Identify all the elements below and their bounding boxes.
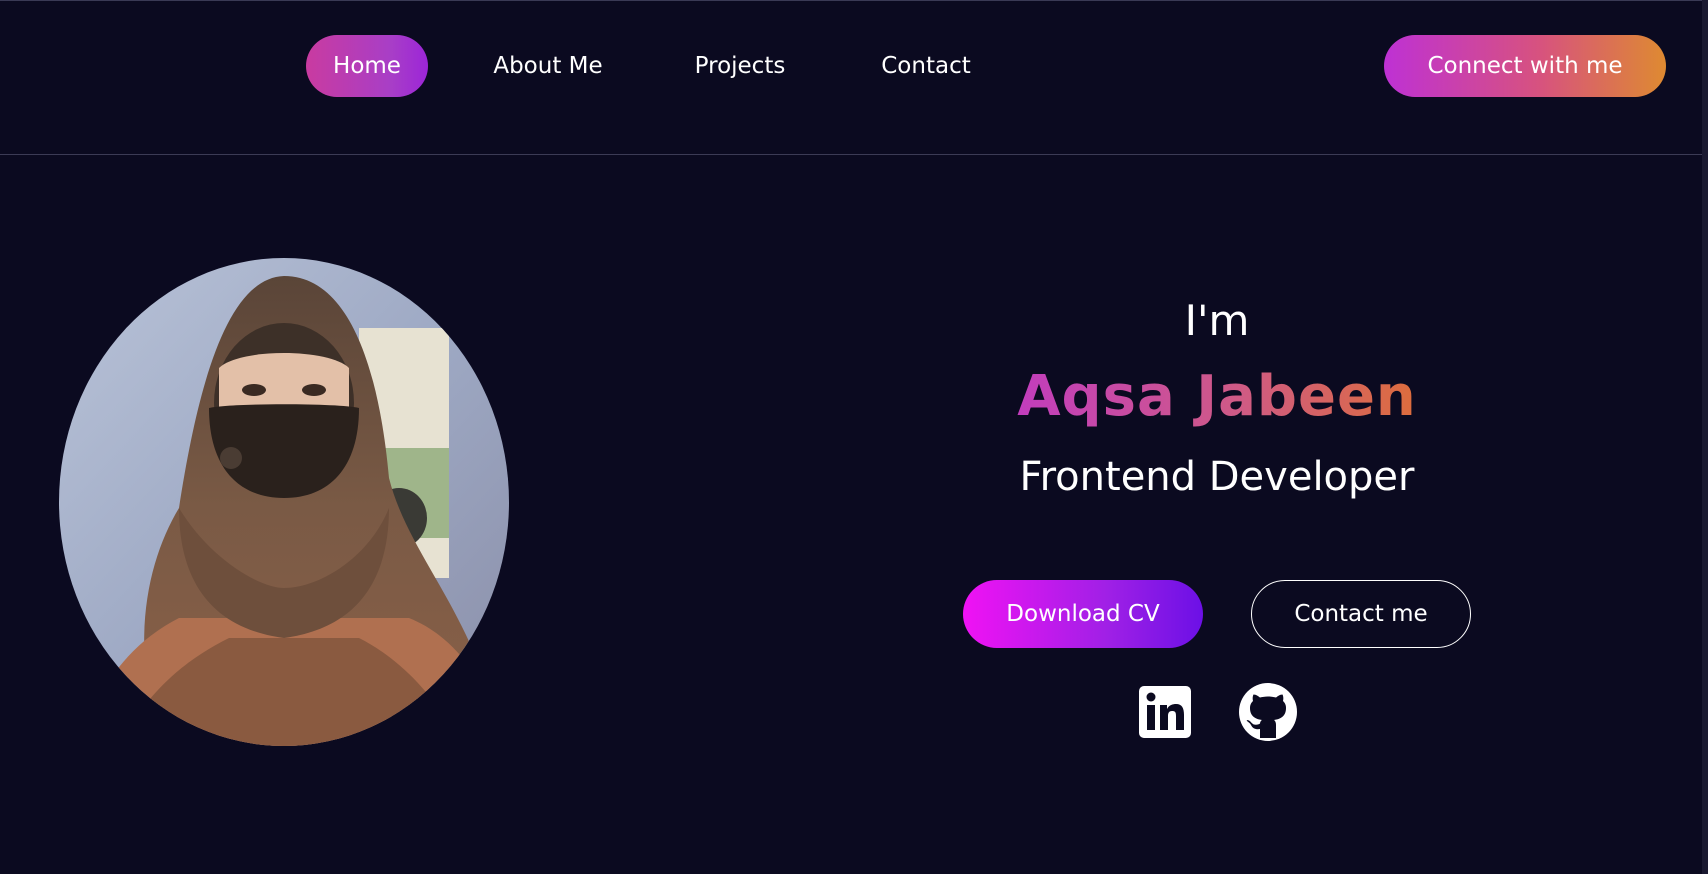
nav-item-contact[interactable]: Contact: [866, 35, 986, 97]
navbar: Home About Me Projects Contact Connect w…: [0, 1, 1702, 155]
hero-name: Aqsa Jabeen: [900, 364, 1534, 429]
linkedin-icon[interactable]: [1137, 684, 1193, 740]
connect-with-me-button[interactable]: Connect with me: [1384, 35, 1666, 97]
hero-name-text: Aqsa Jabeen: [1017, 364, 1417, 429]
contact-me-button[interactable]: Contact me: [1251, 580, 1471, 648]
hero-role: Frontend Developer: [1019, 454, 1415, 500]
hero-section: I'm Aqsa Jabeen Frontend Developer Downl…: [900, 280, 1534, 780]
download-cv-button[interactable]: Download CV: [963, 580, 1203, 648]
intro-text: I'm: [1184, 296, 1250, 345]
nav-item-projects[interactable]: Projects: [684, 35, 796, 97]
github-icon[interactable]: [1238, 682, 1298, 742]
nav-item-home[interactable]: Home: [306, 35, 428, 97]
profile-photo: [59, 258, 509, 746]
nav-item-about-me[interactable]: About Me: [482, 35, 614, 97]
page-scrollbar[interactable]: [1702, 0, 1708, 874]
profile-photo-image: [59, 258, 509, 746]
